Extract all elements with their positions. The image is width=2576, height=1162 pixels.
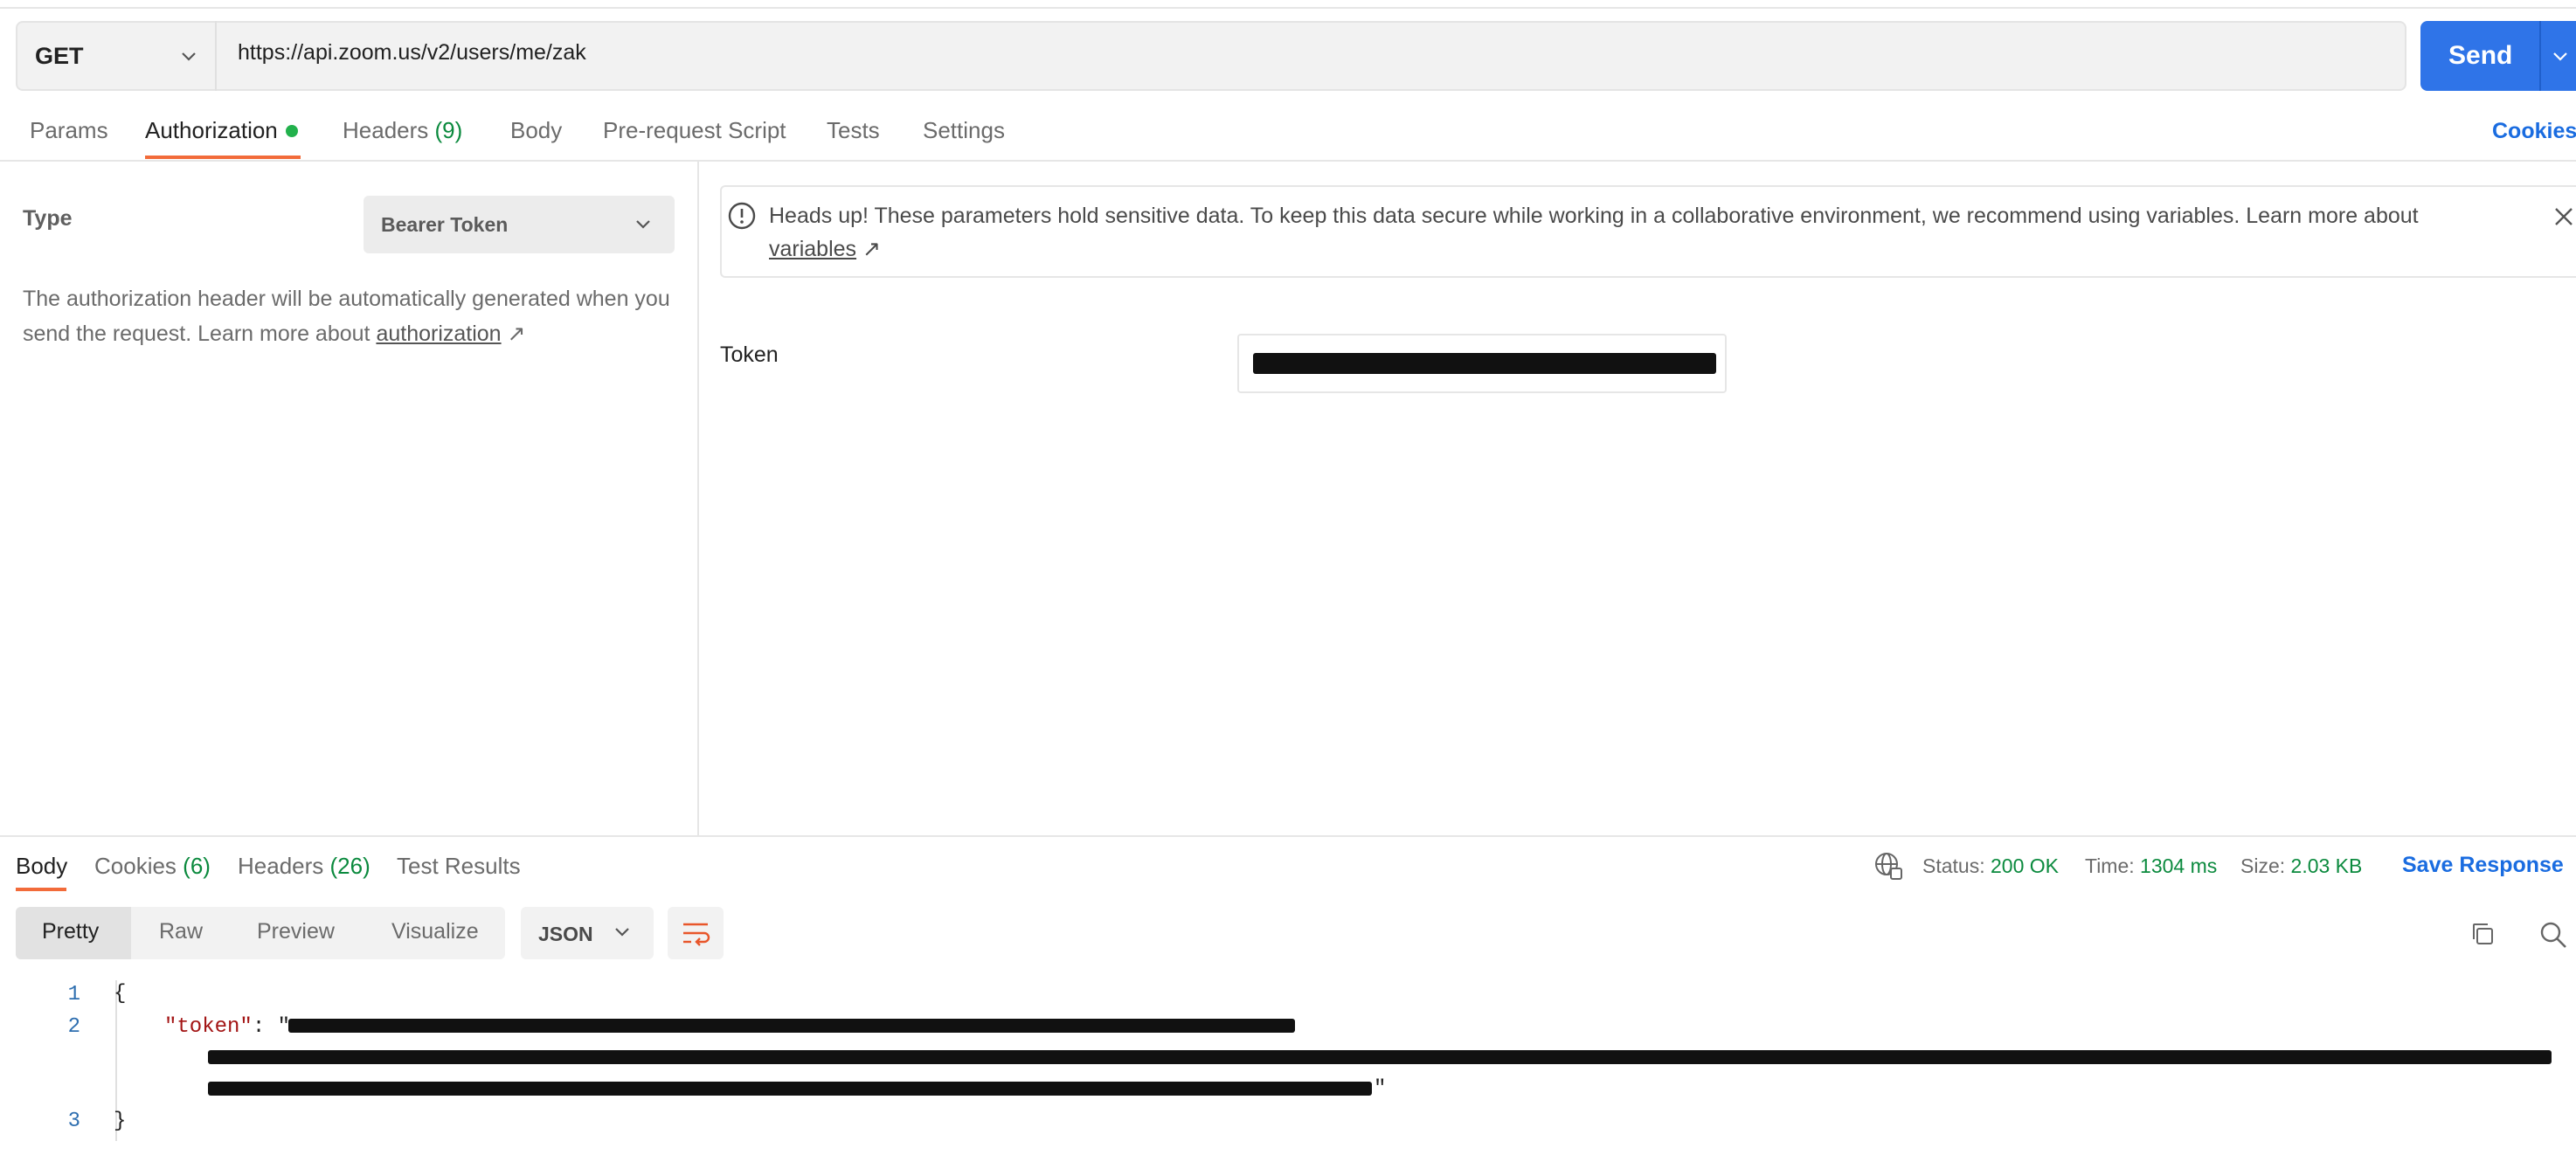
chevron-down-icon: [636, 220, 650, 229]
size-label: Size:: [2240, 854, 2286, 877]
send-label: Send: [2448, 41, 2513, 70]
wrap-lines-icon: [683, 923, 710, 946]
close-icon[interactable]: [2553, 206, 2574, 227]
response-tab-cookies-count: (6): [183, 853, 211, 879]
auth-type-label: Type: [23, 206, 73, 231]
json-key: "token": [164, 1015, 253, 1039]
size-value: 2.03 KB: [2290, 854, 2363, 877]
network-globe-icon[interactable]: [1873, 851, 1903, 881]
redacted-token: [1253, 353, 1716, 374]
top-divider: [0, 7, 2576, 9]
json-open-brace: {: [114, 982, 127, 1006]
active-tab-indicator: [16, 888, 66, 891]
variables-link[interactable]: variables: [769, 237, 856, 261]
response-tab-test-results[interactable]: Test Results: [397, 853, 521, 880]
response-tab-body[interactable]: Body: [16, 853, 67, 880]
authorization-link[interactable]: authorization: [376, 322, 501, 346]
view-visualize-button[interactable]: Visualize: [391, 919, 479, 944]
auth-type-select[interactable]: Bearer Token: [364, 196, 675, 253]
pane-divider[interactable]: [697, 162, 699, 836]
wrap-lines-button[interactable]: [668, 907, 724, 959]
auth-description-text: The authorization header will be automat…: [23, 287, 670, 346]
url-input[interactable]: https://api.zoom.us/v2/users/me/zak: [238, 40, 586, 66]
warning-text: Heads up! These parameters hold sensitiv…: [769, 199, 2517, 266]
response-tab-headers[interactable]: Headers (26): [238, 853, 370, 880]
response-tab-cookies[interactable]: Cookies (6): [94, 853, 211, 880]
active-tab-indicator: [145, 156, 301, 159]
line-number: 2: [67, 1015, 80, 1039]
method-label: GET: [35, 42, 84, 69]
json-line-token: "token": ": [164, 1015, 290, 1039]
json-closing-quote: ": [1374, 1077, 1387, 1101]
view-raw-button[interactable]: Raw: [159, 919, 203, 944]
view-pretty-button[interactable]: Pretty: [42, 919, 99, 944]
external-link-icon: ↗: [507, 322, 526, 346]
auth-type-value: Bearer Token: [381, 212, 509, 236]
response-tab-headers-count: (26): [329, 853, 370, 879]
tabs-divider: [0, 160, 2576, 162]
chevron-down-icon[interactable]: [2552, 47, 2569, 65]
tab-pre-request-script[interactable]: Pre-request Script: [603, 117, 786, 144]
auth-status-dot: [286, 125, 298, 137]
time-value: 1304 ms: [2140, 854, 2218, 877]
response-time: Time: 1304 ms: [2085, 854, 2217, 878]
view-preview-button[interactable]: Preview: [257, 919, 335, 944]
response-tab-cookies-label: Cookies: [94, 853, 177, 879]
response-status: Status: 200 OK: [1922, 854, 2059, 878]
response-divider[interactable]: [0, 835, 2576, 837]
external-link-icon: ↗: [862, 237, 881, 261]
format-value: JSON: [538, 923, 593, 945]
cookies-link[interactable]: Cookies: [2492, 119, 2576, 144]
warning-message: Heads up! These parameters hold sensitiv…: [769, 204, 2419, 228]
token-label: Token: [720, 342, 779, 367]
redacted-token-value: [208, 1050, 2552, 1064]
status-value: 200 OK: [1991, 854, 2059, 877]
redacted-token-value: [208, 1082, 1372, 1096]
tab-settings[interactable]: Settings: [923, 117, 1005, 144]
tab-authorization[interactable]: Authorization: [145, 117, 278, 144]
tab-params[interactable]: Params: [30, 117, 108, 144]
send-split-divider: [2539, 21, 2541, 91]
redacted-token-value: [288, 1019, 1295, 1033]
response-tab-headers-label: Headers: [238, 853, 324, 879]
tab-headers[interactable]: Headers (9): [343, 117, 462, 144]
auth-description: The authorization header will be automat…: [23, 281, 687, 351]
tab-tests[interactable]: Tests: [827, 117, 880, 144]
format-select[interactable]: JSON: [521, 907, 654, 959]
save-response-button[interactable]: Save Response: [2402, 853, 2564, 878]
copy-icon[interactable]: [2469, 921, 2496, 947]
tab-headers-count: (9): [434, 117, 463, 143]
chevron-down-icon: [182, 52, 196, 61]
line-number: 3: [67, 1110, 80, 1133]
method-select[interactable]: GET: [17, 21, 217, 91]
chevron-down-icon: [615, 928, 629, 937]
search-icon[interactable]: [2539, 921, 2567, 949]
time-label: Time:: [2085, 854, 2135, 877]
json-close-brace: }: [114, 1110, 127, 1133]
token-input[interactable]: [1237, 334, 1727, 393]
info-icon: [728, 202, 756, 230]
line-number: 1: [67, 983, 80, 1006]
send-button[interactable]: Send: [2420, 21, 2576, 91]
response-size: Size: 2.03 KB: [2240, 854, 2362, 878]
json-separator: : ": [252, 1015, 291, 1039]
tab-body[interactable]: Body: [510, 117, 562, 144]
status-label: Status:: [1922, 854, 1985, 877]
tab-headers-label: Headers: [343, 117, 429, 143]
